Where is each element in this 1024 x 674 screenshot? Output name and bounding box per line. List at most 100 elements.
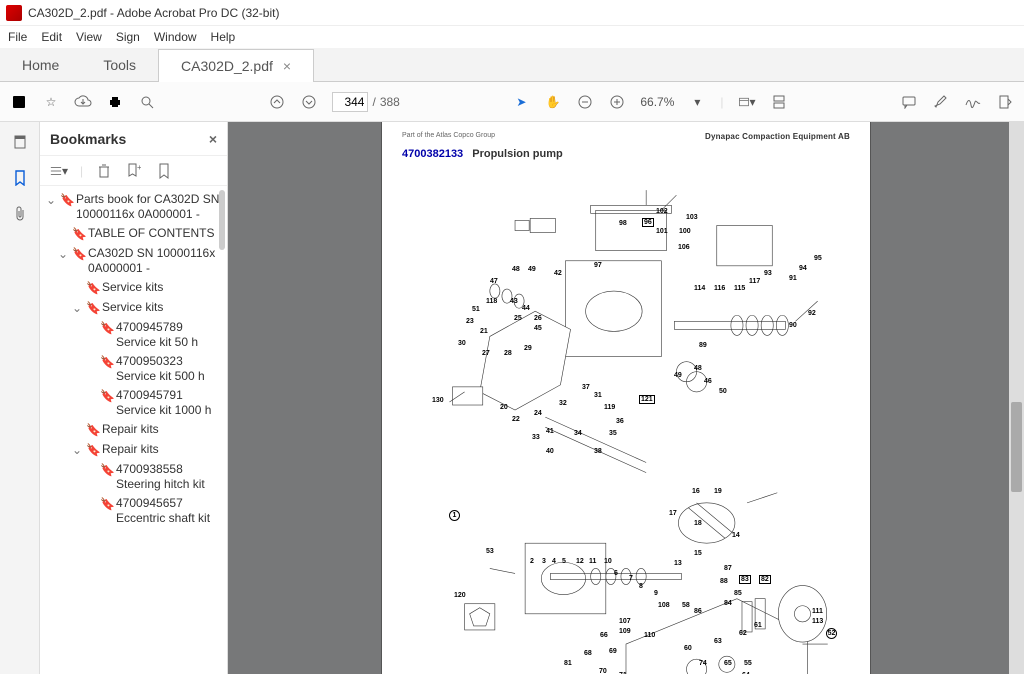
callout-108: 108 bbox=[658, 602, 670, 609]
sign-icon[interactable] bbox=[964, 93, 982, 111]
bookmark-service-50h[interactable]: 4700945789 Service kit 50 h bbox=[116, 320, 225, 350]
highlight-icon[interactable] bbox=[932, 93, 950, 111]
tab-tools[interactable]: Tools bbox=[81, 48, 158, 81]
attachments-icon[interactable] bbox=[10, 204, 30, 224]
select-tool-icon[interactable]: ➤ bbox=[512, 93, 530, 111]
callout-19: 19 bbox=[714, 488, 722, 495]
add-bookmark-icon[interactable]: + bbox=[125, 162, 143, 180]
thumbnails-icon[interactable] bbox=[10, 132, 30, 152]
bookmark-scrollbar[interactable] bbox=[219, 190, 225, 670]
callout-87: 87 bbox=[724, 565, 732, 572]
page-up-icon[interactable] bbox=[268, 93, 286, 111]
document-area[interactable]: Part of the Atlas Copco Group Dynapac Co… bbox=[228, 122, 1024, 674]
callout-63: 63 bbox=[714, 638, 722, 645]
callout-10: 10 bbox=[604, 558, 612, 565]
search-icon[interactable] bbox=[138, 93, 156, 111]
callout-81: 81 bbox=[564, 660, 572, 667]
bookmarks-panel: Bookmarks × ▾ | + ⌄🔖Parts book for CA302… bbox=[40, 122, 228, 674]
bookmark-ca302d[interactable]: CA302D SN 10000116x 0A000001 - bbox=[88, 246, 225, 276]
menu-sign[interactable]: Sign bbox=[116, 30, 140, 44]
callout-46: 46 bbox=[704, 378, 712, 385]
bookmark-steering-hitch[interactable]: 4700938558 Steering hitch kit bbox=[116, 462, 225, 492]
page-separator: / bbox=[372, 95, 375, 109]
menu-view[interactable]: View bbox=[76, 30, 102, 44]
cloud-icon[interactable] bbox=[74, 93, 92, 111]
callout-51: 51 bbox=[472, 306, 480, 313]
bookmark-service-500h[interactable]: 4700950323 Service kit 500 h bbox=[116, 354, 225, 384]
callout-32: 32 bbox=[559, 400, 567, 407]
callout-88: 88 bbox=[720, 578, 728, 585]
zoom-out-icon[interactable] bbox=[576, 93, 594, 111]
callout-34: 34 bbox=[574, 430, 582, 437]
close-panel-icon[interactable]: × bbox=[209, 131, 217, 147]
callout-89: 89 bbox=[699, 342, 707, 349]
toolbar: ☆ / 388 ➤ ✋ 66.7% ▾ | ▾ bbox=[0, 82, 1024, 122]
page-current-input[interactable] bbox=[332, 92, 368, 112]
callout-49b: 49 bbox=[674, 372, 682, 379]
callout-53: 53 bbox=[486, 548, 494, 555]
menu-window[interactable]: Window bbox=[154, 30, 197, 44]
bookmark-repair-kits[interactable]: Repair kits bbox=[102, 422, 159, 437]
callout-15: 15 bbox=[694, 550, 702, 557]
chevron-down-icon[interactable]: ▾ bbox=[688, 93, 706, 111]
callout-117: 117 bbox=[749, 278, 760, 285]
exploded-diagram: 98 96 102 103 101 100 106 48 49 42 97 47… bbox=[394, 170, 858, 674]
callout-92: 92 bbox=[808, 310, 816, 317]
find-bookmark-icon[interactable] bbox=[155, 162, 173, 180]
menu-edit[interactable]: Edit bbox=[41, 30, 62, 44]
bookmark-service-kits-group[interactable]: Service kits bbox=[102, 300, 163, 315]
page-down-icon[interactable] bbox=[300, 93, 318, 111]
bookmark-repair-kits-group[interactable]: Repair kits bbox=[102, 442, 159, 457]
document-scrollbar[interactable] bbox=[1009, 122, 1024, 674]
menu-file[interactable]: File bbox=[8, 30, 27, 44]
callout-48: 48 bbox=[512, 266, 520, 273]
callout-50: 50 bbox=[719, 388, 727, 395]
bookmark-service-kits[interactable]: Service kits bbox=[102, 280, 163, 295]
main: Bookmarks × ▾ | + ⌄🔖Parts book for CA302… bbox=[0, 122, 1024, 674]
tab-home[interactable]: Home bbox=[0, 48, 81, 81]
menu-help[interactable]: Help bbox=[211, 30, 236, 44]
callout-93: 93 bbox=[764, 270, 772, 277]
scroll-mode-icon[interactable] bbox=[770, 93, 788, 111]
callout-130: 130 bbox=[432, 397, 444, 404]
svg-text:+: + bbox=[137, 163, 141, 172]
bookmarks-icon[interactable] bbox=[10, 168, 30, 188]
callout-37: 37 bbox=[582, 384, 590, 391]
bookmarks-toolbar: ▾ | + bbox=[40, 156, 227, 186]
callout-70: 70 bbox=[599, 668, 607, 674]
comment-icon[interactable] bbox=[900, 93, 918, 111]
callout-9: 9 bbox=[654, 590, 658, 597]
callout-14: 14 bbox=[732, 532, 740, 539]
callout-49: 49 bbox=[528, 266, 536, 273]
callout-115: 115 bbox=[734, 285, 745, 292]
hand-tool-icon[interactable]: ✋ bbox=[544, 93, 562, 111]
callout-110: 110 bbox=[644, 632, 655, 639]
callout-2: 2 bbox=[530, 558, 534, 565]
star-icon[interactable]: ☆ bbox=[42, 93, 60, 111]
callout-116: 116 bbox=[714, 285, 725, 292]
bookmark-root[interactable]: Parts book for CA302D SN 10000116x 0A000… bbox=[76, 192, 225, 222]
print-icon[interactable] bbox=[106, 93, 124, 111]
callout-22: 22 bbox=[512, 416, 520, 423]
part-number: 4700382133 bbox=[402, 148, 463, 160]
bookmark-service-1000h[interactable]: 4700945791 Service kit 1000 h bbox=[116, 388, 225, 418]
callout-74: 74 bbox=[699, 660, 707, 667]
callout-98: 98 bbox=[619, 220, 627, 227]
save-icon[interactable] bbox=[10, 93, 28, 111]
zoom-value[interactable]: 66.7% bbox=[640, 95, 674, 109]
bookmark-toc[interactable]: TABLE OF CONTENTS bbox=[88, 226, 214, 241]
fit-width-icon[interactable]: ▾ bbox=[738, 93, 756, 111]
bookmark-options-icon[interactable]: ▾ bbox=[50, 162, 68, 180]
close-icon[interactable]: × bbox=[283, 58, 291, 74]
callout-61: 61 bbox=[754, 622, 762, 629]
bookmark-eccentric-shaft[interactable]: 4700945657 Eccentric shaft kit bbox=[116, 496, 225, 526]
tab-document[interactable]: CA302D_2.pdf × bbox=[158, 49, 314, 82]
delete-bookmark-icon[interactable] bbox=[95, 162, 113, 180]
callout-7: 7 bbox=[629, 575, 633, 582]
callout-52: 52 bbox=[826, 628, 837, 639]
callout-109: 109 bbox=[619, 628, 631, 635]
callout-68: 68 bbox=[584, 650, 592, 657]
title-bar: CA302D_2.pdf - Adobe Acrobat Pro DC (32-… bbox=[0, 0, 1024, 26]
zoom-in-icon[interactable] bbox=[608, 93, 626, 111]
more-tools-icon[interactable] bbox=[996, 93, 1014, 111]
